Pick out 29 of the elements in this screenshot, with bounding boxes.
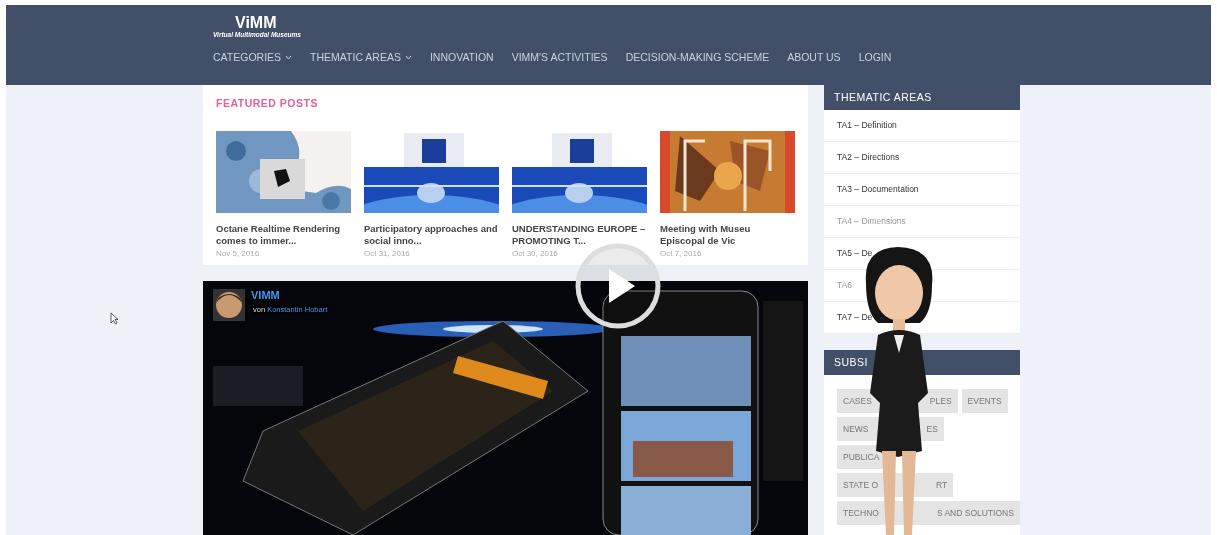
post-date: Oct 7, 2016 xyxy=(660,249,702,258)
cursor-icon xyxy=(110,312,119,325)
nav-link[interactable]: ABOUT US xyxy=(787,51,841,63)
nav-link[interactable]: CATEGORIES xyxy=(213,51,293,63)
post-date: Oct 30, 2016 xyxy=(512,249,558,258)
sidebar-link[interactable]: TA3 – Documentation xyxy=(824,174,1020,206)
sidebar-link[interactable]: TA4 – Dimensions xyxy=(824,206,1020,238)
sidebar-link[interactable]: TA2 – Directions xyxy=(824,142,1020,174)
sidebar-heading: THEMATIC AREAS xyxy=(824,85,1020,110)
tag-chip[interactable]: PUBLICA xyxy=(837,445,886,469)
section-title: FEATURED POSTS xyxy=(216,97,318,109)
caret-icon xyxy=(285,54,293,60)
post-title[interactable]: UNDERSTANDING EUROPE – PROMOTING T... xyxy=(512,223,647,247)
video-title[interactable]: VIMM xyxy=(251,289,280,301)
nav-link[interactable]: THEMATIC AREAS xyxy=(310,51,412,63)
nav-link[interactable]: LOGIN xyxy=(858,51,892,63)
tag-chip[interactable]: EVENTS xyxy=(961,389,1008,413)
channel-avatar[interactable] xyxy=(213,289,245,321)
nav-link[interactable]: DECISION-MAKING SCHEME xyxy=(625,51,770,63)
nav-link[interactable]: INNOVATION xyxy=(429,51,494,63)
post-date: Nov 5, 2016 xyxy=(216,249,260,258)
post-title[interactable]: Participatory approaches and social inno... xyxy=(364,223,499,247)
post-title[interactable]: Octane Realtime Rendering comes to immer... xyxy=(216,223,351,247)
site-logo[interactable]: ViMM xyxy=(235,15,277,31)
nav-link[interactable]: VIMM'S ACTIVITIES xyxy=(511,51,608,63)
caret-icon xyxy=(404,54,412,60)
post-title[interactable]: Meeting with Museu Episcopal de Vic xyxy=(660,223,795,247)
post-date: Oct 31, 2016 xyxy=(364,249,410,258)
sidebar-link[interactable]: TA1 – Definition xyxy=(824,110,1020,142)
